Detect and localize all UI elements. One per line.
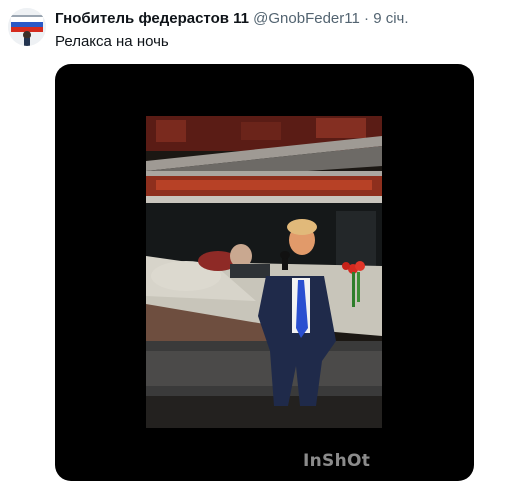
avatar[interactable]: [8, 8, 46, 46]
video-player[interactable]: InShOt: [55, 64, 474, 481]
display-name[interactable]: Гнобитель федерастов 11: [55, 10, 249, 27]
separator-dot: ·: [364, 10, 370, 27]
tweet-header: Гнобитель федерастов 11 @GnobFeder11 · 9…: [55, 9, 409, 29]
inshot-watermark: InShOt: [303, 451, 371, 471]
video-frame: [146, 116, 382, 428]
tweet-text: Релакса на ночь: [55, 33, 169, 50]
video-thumbnail: [146, 116, 382, 428]
tweet[interactable]: Гнобитель федерастов 11 @GnobFeder11 · 9…: [0, 0, 506, 489]
avatar-image: [8, 8, 46, 46]
user-handle[interactable]: @GnobFeder11: [253, 10, 360, 27]
timestamp[interactable]: 9 січ.: [373, 10, 408, 27]
